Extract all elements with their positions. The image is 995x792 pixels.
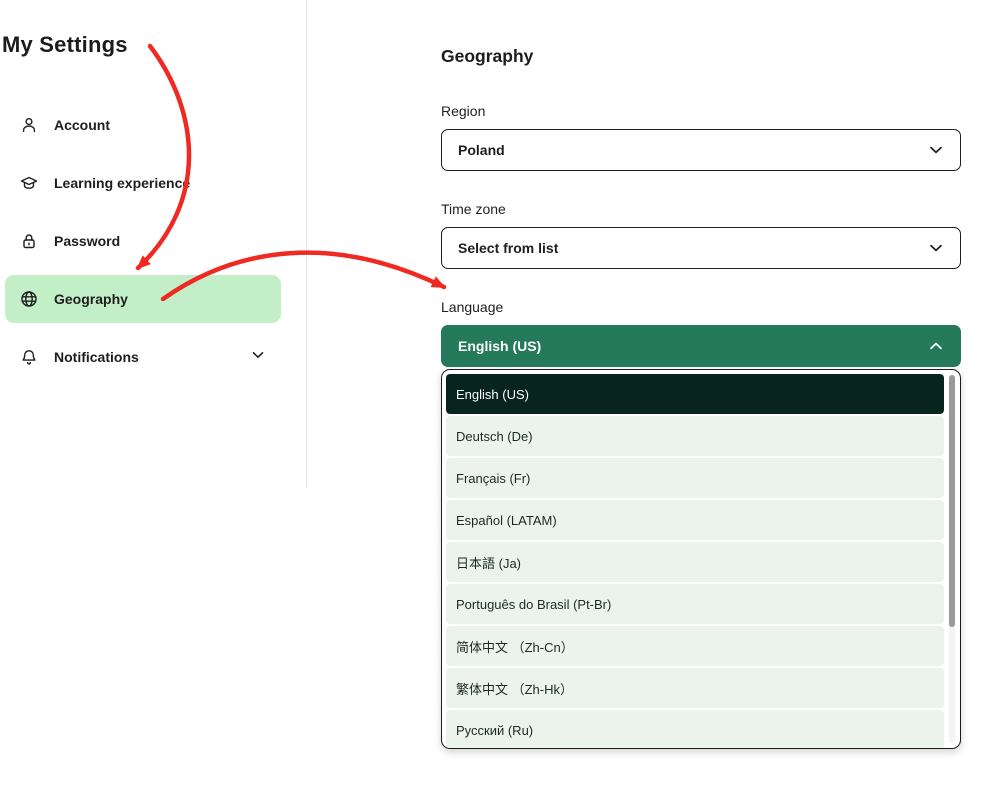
language-option[interactable]: Português do Brasil (Pt-Br): [446, 584, 944, 624]
language-value: English (US): [458, 338, 541, 354]
chevron-down-icon: [928, 240, 944, 256]
sidebar-item-label: Notifications: [54, 349, 139, 365]
settings-sidebar: My Settings Account Learning experience …: [0, 0, 306, 792]
scrollbar-thumb[interactable]: [949, 375, 955, 627]
page-title: My Settings: [2, 32, 128, 58]
graduation-cap-icon: [20, 174, 38, 192]
sidebar-item-password[interactable]: Password: [5, 217, 281, 265]
chevron-down-icon: [928, 142, 944, 158]
region-select[interactable]: Poland: [441, 129, 961, 171]
vertical-divider: [306, 0, 307, 488]
language-label: Language: [441, 299, 503, 315]
lock-icon: [20, 232, 38, 250]
sidebar-item-label: Account: [54, 117, 110, 133]
timezone-select[interactable]: Select from list: [441, 227, 961, 269]
timezone-label: Time zone: [441, 201, 506, 217]
person-icon: [20, 116, 38, 134]
language-select[interactable]: English (US): [441, 325, 961, 367]
sidebar-item-label: Learning experience: [54, 175, 190, 191]
timezone-value: Select from list: [458, 240, 558, 256]
sidebar-item-geography[interactable]: Geography: [5, 275, 281, 323]
sidebar-item-learning-experience[interactable]: Learning experience: [5, 159, 281, 207]
language-option[interactable]: Français (Fr): [446, 458, 944, 498]
language-option[interactable]: 繁体中文 （Zh-Hk）: [446, 668, 944, 708]
region-label: Region: [441, 103, 485, 119]
section-heading: Geography: [441, 46, 533, 67]
language-option[interactable]: Русский (Ru): [446, 710, 944, 749]
language-option[interactable]: 简体中文 （Zh-Cn）: [446, 626, 944, 666]
sidebar-item-label: Password: [54, 233, 120, 249]
language-option[interactable]: 日本語 (Ja): [446, 542, 944, 582]
language-options-panel: English (US) Deutsch (De) Français (Fr) …: [441, 369, 961, 749]
sidebar-item-account[interactable]: Account: [5, 101, 281, 149]
chevron-down-icon[interactable]: [251, 348, 265, 367]
language-option[interactable]: Español (LATAM): [446, 500, 944, 540]
language-option[interactable]: English (US): [446, 374, 944, 414]
region-value: Poland: [458, 142, 505, 158]
bell-icon: [20, 348, 38, 366]
language-option[interactable]: Deutsch (De): [446, 416, 944, 456]
scrollbar[interactable]: [949, 375, 955, 743]
settings-page: { "sidebar": { "title": "My Settings", "…: [0, 0, 995, 792]
sidebar-item-notifications[interactable]: Notifications: [5, 333, 281, 381]
globe-icon: [20, 290, 38, 308]
sidebar-item-label: Geography: [54, 291, 128, 307]
chevron-up-icon: [928, 338, 944, 354]
